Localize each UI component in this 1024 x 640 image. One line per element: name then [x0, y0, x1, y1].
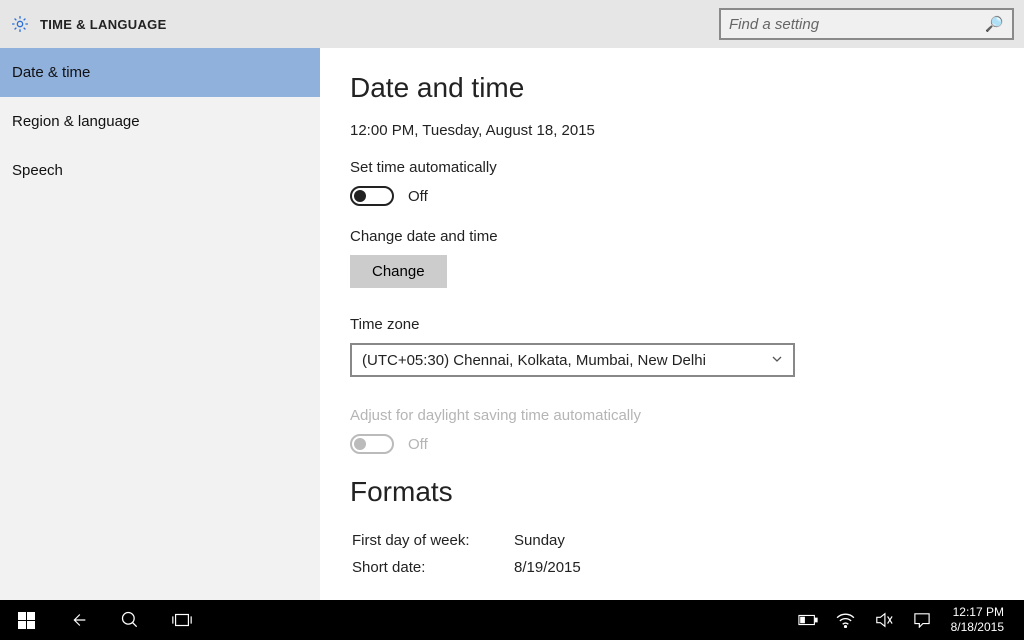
- header-bar: TIME & LANGUAGE 🔍: [0, 0, 1024, 48]
- sidebar-item-date-time[interactable]: Date & time: [0, 48, 320, 97]
- search-input[interactable]: [729, 16, 979, 33]
- set-time-auto-toggle[interactable]: [350, 186, 394, 206]
- sidebar-item-label: Date & time: [12, 64, 90, 81]
- first-day-label: First day of week:: [352, 528, 512, 553]
- chevron-down-icon: [771, 352, 783, 369]
- sidebar-item-label: Region & language: [12, 113, 140, 130]
- timezone-label: Time zone: [350, 316, 994, 333]
- sidebar-item-label: Speech: [12, 162, 63, 179]
- change-date-time-label: Change date and time: [350, 228, 994, 245]
- battery-icon[interactable]: [789, 600, 827, 640]
- table-row: First day of week: Sunday: [352, 528, 581, 553]
- current-datetime: 12:00 PM, Tuesday, August 18, 2015: [350, 122, 994, 139]
- short-date-value: 8/19/2015: [514, 555, 581, 580]
- start-button[interactable]: [0, 600, 52, 640]
- dst-auto-label: Adjust for daylight saving time automati…: [350, 407, 994, 424]
- timezone-select[interactable]: (UTC+05:30) Chennai, Kolkata, Mumbai, Ne…: [350, 343, 795, 377]
- page-title: Date and time: [350, 72, 994, 104]
- volume-icon[interactable]: [865, 600, 903, 640]
- first-day-value: Sunday: [514, 528, 581, 553]
- formats-table: First day of week: Sunday Short date: 8/…: [350, 526, 583, 582]
- system-tray: 12:17 PM 8/18/2015: [789, 600, 1024, 640]
- short-date-label: Short date:: [352, 555, 512, 580]
- taskbar-clock[interactable]: 12:17 PM 8/18/2015: [941, 605, 1014, 635]
- search-box[interactable]: 🔍: [719, 8, 1014, 40]
- timezone-value: (UTC+05:30) Chennai, Kolkata, Mumbai, Ne…: [362, 352, 706, 369]
- table-row: Short date: 8/19/2015: [352, 555, 581, 580]
- task-view-button[interactable]: [156, 600, 208, 640]
- set-time-auto-state: Off: [408, 188, 428, 205]
- header-title: TIME & LANGUAGE: [40, 17, 167, 32]
- change-button[interactable]: Change: [350, 255, 447, 288]
- taskbar-time: 12:17 PM: [951, 605, 1004, 620]
- taskbar: 12:17 PM 8/18/2015: [0, 600, 1024, 640]
- wifi-icon[interactable]: [827, 600, 865, 640]
- sidebar-item-region-language[interactable]: Region & language: [0, 97, 320, 146]
- main-content: Date and time 12:00 PM, Tuesday, August …: [320, 48, 1024, 600]
- taskbar-date: 8/18/2015: [951, 620, 1004, 635]
- sidebar: Date & time Region & language Speech: [0, 48, 320, 600]
- dst-auto-toggle: [350, 434, 394, 454]
- cortana-search-button[interactable]: [104, 600, 156, 640]
- action-center-icon[interactable]: [903, 600, 941, 640]
- set-time-auto-label: Set time automatically: [350, 159, 994, 176]
- dst-auto-state: Off: [408, 436, 428, 453]
- formats-heading: Formats: [350, 476, 994, 508]
- back-button[interactable]: [52, 600, 104, 640]
- settings-gear-icon: [10, 14, 30, 34]
- sidebar-item-speech[interactable]: Speech: [0, 146, 320, 195]
- search-icon: 🔍: [985, 15, 1004, 33]
